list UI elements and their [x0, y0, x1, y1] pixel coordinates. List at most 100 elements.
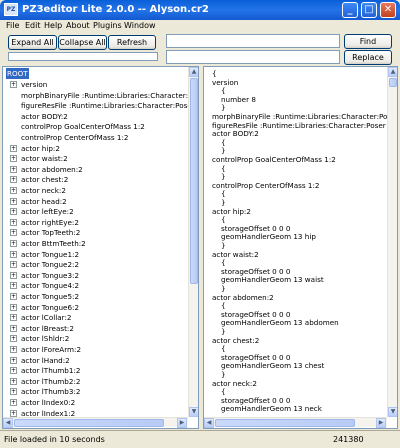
- tree-item-label[interactable]: actor lCollar:2: [21, 312, 71, 323]
- tree-item-label[interactable]: actor Tongue3:2: [21, 270, 79, 281]
- expand-node-icon[interactable]: +: [10, 271, 17, 279]
- tree-panel[interactable]: ROOT + version morphBinaryFile :Runtime:Li…: [2, 66, 199, 429]
- tree-item[interactable]: + actor lBreast:2: [3, 323, 186, 334]
- tree-horizontal-scrollbar[interactable]: ◀ ▶: [3, 417, 188, 428]
- tree-item[interactable]: + actor lThumb2:2: [3, 376, 186, 387]
- tree-item[interactable]: + actor lHand:2: [3, 355, 186, 366]
- expand-node-icon[interactable]: +: [10, 165, 17, 173]
- tree-item[interactable]: + actor Tongue4:2: [3, 280, 186, 291]
- expand-node-icon[interactable]: +: [10, 155, 17, 163]
- tree-root-label[interactable]: ROOT: [6, 68, 29, 79]
- replace-with-button[interactable]: Replace With: [344, 50, 392, 75]
- refresh-button[interactable]: Refresh: [108, 35, 156, 50]
- tree-item[interactable]: + actor lForeArm:2: [3, 344, 186, 355]
- expand-node-icon[interactable]: +: [10, 324, 17, 332]
- code-scroll-thumb[interactable]: [389, 78, 397, 87]
- scroll-right-arrow-icon[interactable]: ▶: [376, 418, 386, 428]
- menu-file[interactable]: File: [6, 21, 19, 30]
- minimize-button[interactable]: _: [342, 2, 358, 18]
- tree-item[interactable]: + version: [3, 79, 186, 90]
- tree-item-label[interactable]: actor Tongue5:2: [21, 291, 79, 302]
- expand-node-icon[interactable]: +: [10, 356, 17, 364]
- tree-item[interactable]: + actor waist:2: [3, 153, 186, 164]
- tree-item-label[interactable]: actor lHand:2: [21, 355, 70, 366]
- expand-node-icon[interactable]: +: [10, 250, 17, 258]
- title-bar[interactable]: PZ PZ3editor Lite 2.0.0 -- Alyson.cr2 _ …: [0, 0, 400, 20]
- find-input[interactable]: [166, 34, 340, 48]
- tree-item-label[interactable]: actor lShldr:2: [21, 333, 69, 344]
- expand-node-icon[interactable]: +: [10, 197, 17, 205]
- code-panel[interactable]: {version{number 8} morphBinaryFile :Runti…: [203, 66, 398, 429]
- tree-item[interactable]: + actor TopTeeth:2: [3, 227, 186, 238]
- tree-item-label[interactable]: actor TopTeeth:2: [21, 227, 80, 238]
- menu-about[interactable]: About: [66, 21, 90, 30]
- tree-item[interactable]: + actor lCollar:2: [3, 312, 186, 323]
- tree-item-label[interactable]: actor Tongue1:2: [21, 249, 79, 260]
- tree-item-label[interactable]: actor BODY:2: [21, 111, 68, 122]
- tree-item-label[interactable]: actor lThumb1:2: [21, 365, 80, 376]
- app-icon[interactable]: PZ: [4, 3, 18, 16]
- tree-vertical-scrollbar[interactable]: ▲ ▼: [188, 67, 198, 417]
- code-horizontal-scrollbar[interactable]: ◀ ▶: [204, 417, 387, 428]
- menu-edit[interactable]: Edit: [25, 21, 41, 30]
- expand-node-icon[interactable]: +: [10, 261, 17, 269]
- expand-node-icon[interactable]: +: [10, 303, 17, 311]
- tree-scroll-thumb[interactable]: [190, 78, 198, 284]
- tree-item-label[interactable]: version: [21, 79, 47, 90]
- tree-item[interactable]: controlProp GoalCenterOfMass 1:2: [3, 121, 186, 132]
- expand-node-icon[interactable]: +: [10, 367, 17, 375]
- expand-node-icon[interactable]: +: [10, 314, 17, 322]
- tree-item[interactable]: + actor hip:2: [3, 143, 186, 154]
- tree-item[interactable]: + actor chest:2: [3, 174, 186, 185]
- tree-item[interactable]: morphBinaryFile :Runtime:Libraries:Chara…: [3, 90, 198, 101]
- tree-item[interactable]: + actor Tongue6:2: [3, 302, 186, 313]
- tree-item-label[interactable]: actor Tongue4:2: [21, 280, 79, 291]
- tree-item-label[interactable]: actor lForeArm:2: [21, 344, 81, 355]
- expand-node-icon[interactable]: +: [10, 388, 17, 396]
- expand-node-icon[interactable]: +: [10, 176, 17, 184]
- expand-node-icon[interactable]: +: [10, 377, 17, 385]
- tree-hscroll-thumb[interactable]: [14, 419, 164, 427]
- expand-node-icon[interactable]: +: [10, 293, 17, 300]
- scroll-up-arrow-icon[interactable]: ▲: [388, 67, 397, 77]
- tree-item-label[interactable]: figureResFile :Runtime:Libraries:Charact…: [21, 100, 198, 111]
- tree-item-label[interactable]: actor rightEye:2: [21, 217, 79, 228]
- tree-item[interactable]: + actor Tongue1:2: [3, 249, 186, 260]
- expand-node-icon[interactable]: +: [10, 399, 17, 406]
- tree-item[interactable]: + actor lThumb3:2: [3, 386, 186, 397]
- tree-item-label[interactable]: actor neck:2: [21, 185, 66, 196]
- scroll-up-arrow-icon[interactable]: ▲: [189, 67, 198, 77]
- tree-item-label[interactable]: actor head:2: [21, 196, 67, 207]
- expand-node-icon[interactable]: +: [10, 346, 17, 353]
- collapse-all-button[interactable]: Collapse All: [58, 35, 107, 50]
- tree-item[interactable]: + actor lThumb1:2: [3, 365, 186, 376]
- tree-item[interactable]: figureResFile :Runtime:Libraries:Charact…: [3, 100, 198, 111]
- scroll-down-arrow-icon[interactable]: ▼: [388, 407, 397, 417]
- tree-item[interactable]: + actor rightEye:2: [3, 217, 186, 228]
- expand-node-icon[interactable]: +: [10, 218, 17, 226]
- expand-all-button[interactable]: Expand All: [8, 35, 57, 50]
- tree-item-label[interactable]: actor BttmTeeth:2: [21, 238, 86, 249]
- scroll-down-arrow-icon[interactable]: ▼: [189, 407, 198, 417]
- tree-item-label[interactable]: morphBinaryFile :Runtime:Libraries:Chara…: [21, 90, 198, 101]
- tree-item[interactable]: actor BODY:2: [3, 111, 186, 122]
- tree-item[interactable]: + actor Tongue5:2: [3, 291, 186, 302]
- expand-node-icon[interactable]: +: [10, 335, 17, 343]
- close-button[interactable]: ✕: [380, 2, 396, 18]
- find-button[interactable]: Find: [344, 34, 392, 49]
- tree-item-label[interactable]: actor chest:2: [21, 174, 68, 185]
- tree-item-label[interactable]: actor Tongue2:2: [21, 259, 79, 270]
- tree-item-label[interactable]: actor Tongue6:2: [21, 302, 79, 313]
- tree-item[interactable]: + actor BttmTeeth:2: [3, 238, 186, 249]
- tree-item-label[interactable]: actor lThumb2:2: [21, 376, 80, 387]
- tree-item[interactable]: + actor lIndex0:2: [3, 397, 186, 408]
- tree-item[interactable]: + actor head:2: [3, 196, 186, 207]
- expand-node-icon[interactable]: +: [10, 409, 17, 417]
- tree-item-label[interactable]: controlProp GoalCenterOfMass 1:2: [21, 121, 145, 132]
- expand-node-icon[interactable]: +: [10, 229, 17, 237]
- expand-node-icon[interactable]: +: [10, 208, 17, 216]
- tree-item[interactable]: + actor lShldr:2: [3, 333, 186, 344]
- expand-node-icon[interactable]: +: [10, 282, 17, 290]
- expand-node-icon[interactable]: +: [10, 144, 17, 152]
- tree-item[interactable]: + actor abdomen:2: [3, 164, 186, 175]
